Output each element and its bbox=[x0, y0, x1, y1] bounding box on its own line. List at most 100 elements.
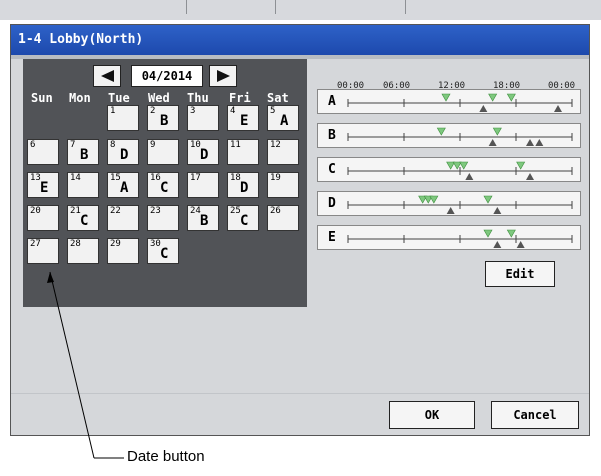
on-event-marker bbox=[506, 93, 516, 102]
date-number: 1 bbox=[110, 106, 116, 116]
on-event-marker bbox=[488, 93, 498, 102]
off-event-marker bbox=[446, 207, 455, 214]
weekday-thu: Thu bbox=[187, 91, 209, 105]
cancel-button[interactable]: Cancel bbox=[491, 401, 579, 429]
schedule-pattern-a[interactable]: A bbox=[317, 89, 581, 114]
date-button[interactable]: 14 bbox=[67, 172, 99, 198]
date-pattern: B bbox=[80, 147, 89, 163]
off-event-marker bbox=[465, 173, 474, 180]
date-button[interactable]: 20 bbox=[27, 205, 59, 231]
off-event-marker bbox=[535, 139, 544, 146]
date-pattern: B bbox=[160, 113, 169, 129]
date-number: 20 bbox=[30, 206, 41, 216]
date-button[interactable]: 8D bbox=[107, 139, 139, 165]
date-number: 14 bbox=[70, 173, 81, 183]
on-event-marker bbox=[483, 195, 493, 204]
weekday-sun: Sun bbox=[31, 91, 53, 105]
footer-divider bbox=[11, 393, 589, 394]
date-button[interactable]: 11 bbox=[227, 139, 259, 165]
date-button[interactable]: 30 C bbox=[147, 238, 179, 264]
date-button[interactable]: 19 bbox=[267, 172, 299, 198]
date-button[interactable]: 13 E bbox=[27, 172, 59, 198]
date-number: 28 bbox=[70, 239, 81, 249]
date-button[interactable]: 23 bbox=[147, 205, 179, 231]
right-triangle-icon bbox=[217, 70, 230, 82]
off-event-marker bbox=[479, 105, 488, 112]
schedule-pattern-b[interactable]: B bbox=[317, 123, 581, 148]
calendar-panel: 04/2014 Sun Mon Tue Wed Thu Fri Sat 1 2B… bbox=[23, 59, 307, 307]
date-button[interactable]: 1 bbox=[107, 105, 139, 131]
pattern-timeline bbox=[347, 195, 573, 214]
date-button[interactable]: 3 bbox=[187, 105, 219, 131]
schedule-pattern-c[interactable]: C bbox=[317, 157, 581, 182]
date-button[interactable]: 26 bbox=[267, 205, 299, 231]
date-button[interactable]: 15 A bbox=[107, 172, 139, 198]
on-event-marker bbox=[483, 229, 493, 238]
pattern-timeline bbox=[347, 127, 573, 146]
month-display: 04/2014 bbox=[131, 65, 203, 87]
schedule-pattern-e[interactable]: E bbox=[317, 225, 581, 250]
date-button[interactable]: 28 bbox=[67, 238, 99, 264]
prev-month-button[interactable] bbox=[93, 65, 121, 87]
date-button[interactable]: 25 C bbox=[227, 205, 259, 231]
next-month-button[interactable] bbox=[209, 65, 237, 87]
date-button[interactable]: 5A bbox=[267, 105, 299, 131]
date-pattern: A bbox=[280, 113, 289, 129]
on-event-marker bbox=[441, 93, 451, 102]
date-pattern: C bbox=[160, 246, 169, 262]
date-button[interactable]: 2B bbox=[147, 105, 179, 131]
date-button[interactable]: 24 B bbox=[187, 205, 219, 231]
top-bar-divider bbox=[186, 0, 187, 14]
pattern-label: A bbox=[328, 94, 336, 109]
date-button[interactable]: 4E bbox=[227, 105, 259, 131]
date-button[interactable]: 17 bbox=[187, 172, 219, 198]
date-button[interactable]: 29 bbox=[107, 238, 139, 264]
weekday-wed: Wed bbox=[148, 91, 170, 105]
date-pattern: C bbox=[160, 180, 169, 196]
screen-top-bar bbox=[0, 0, 601, 20]
date-pattern: C bbox=[80, 213, 89, 229]
date-number: 23 bbox=[150, 206, 161, 216]
date-number: 7 bbox=[70, 140, 76, 150]
weekday-tue: Tue bbox=[108, 91, 130, 105]
date-pattern: E bbox=[40, 180, 49, 196]
off-event-marker bbox=[493, 241, 502, 248]
date-number: 17 bbox=[190, 173, 201, 183]
pattern-label: C bbox=[328, 162, 336, 177]
weekday-sat: Sat bbox=[267, 91, 289, 105]
date-button[interactable]: 12 bbox=[267, 139, 299, 165]
date-button[interactable]: 6 bbox=[27, 139, 59, 165]
date-number: 19 bbox=[270, 173, 281, 183]
off-event-marker bbox=[526, 173, 534, 180]
edit-button[interactable]: Edit bbox=[485, 261, 555, 287]
date-number: 22 bbox=[110, 206, 121, 216]
date-button[interactable]: 21 C bbox=[67, 205, 99, 231]
on-event-marker bbox=[429, 195, 439, 204]
date-number: 9 bbox=[150, 140, 156, 150]
off-event-marker bbox=[554, 105, 562, 112]
pattern-label: D bbox=[328, 196, 336, 211]
left-triangle-icon bbox=[101, 70, 114, 82]
date-button[interactable]: 7B bbox=[67, 139, 99, 165]
schedule-pattern-d[interactable]: D bbox=[317, 191, 581, 216]
date-button[interactable]: 22 bbox=[107, 205, 139, 231]
date-number: 4 bbox=[230, 106, 236, 116]
date-pattern: D bbox=[200, 147, 209, 163]
date-number: 2 bbox=[150, 106, 156, 116]
date-button[interactable]: 9 bbox=[147, 139, 179, 165]
date-button[interactable]: 10 D bbox=[187, 139, 219, 165]
date-pattern: D bbox=[240, 180, 249, 196]
top-bar-divider bbox=[405, 0, 406, 14]
date-button[interactable]: 18 D bbox=[227, 172, 259, 198]
date-pattern: D bbox=[120, 147, 129, 163]
date-button[interactable]: 27 bbox=[27, 238, 59, 264]
on-event-marker bbox=[516, 161, 526, 170]
schedule-window: 1-4 Lobby(North) 04/2014 Sun Mon Tue Wed… bbox=[10, 24, 590, 436]
pattern-label: E bbox=[328, 230, 336, 245]
ok-button[interactable]: OK bbox=[389, 401, 475, 429]
date-button[interactable]: 16 C bbox=[147, 172, 179, 198]
date-number: 8 bbox=[110, 140, 116, 150]
date-pattern: E bbox=[240, 113, 249, 129]
top-bar-divider bbox=[275, 0, 276, 14]
date-number: 11 bbox=[230, 140, 241, 150]
